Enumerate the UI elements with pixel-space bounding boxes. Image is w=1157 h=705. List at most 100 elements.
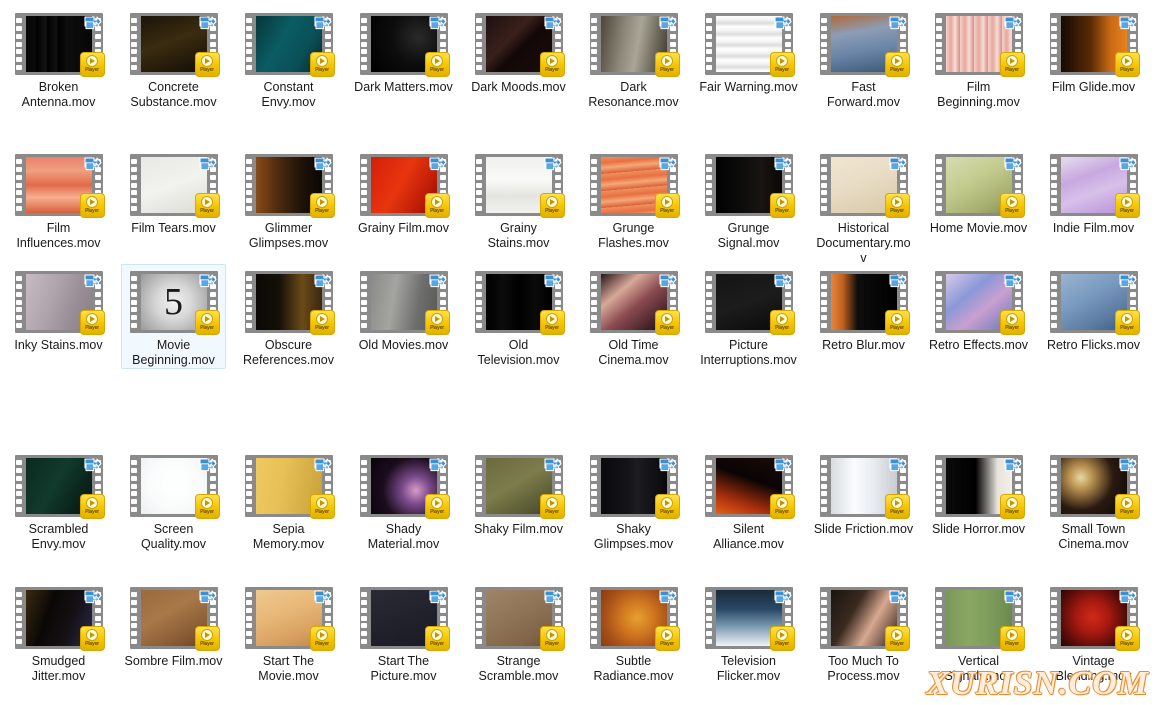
file-thumbnail[interactable]: Player	[819, 271, 910, 335]
file-thumbnail[interactable]: Player	[14, 455, 105, 519]
file-item[interactable]: Player Old Television.mov	[466, 264, 571, 369]
file-item[interactable]: Player Sepia Memory.mov	[236, 448, 341, 553]
file-thumbnail[interactable]: Player	[129, 587, 220, 651]
file-thumbnail[interactable]: Player	[14, 587, 105, 651]
file-thumbnail[interactable]: Player	[704, 587, 795, 651]
file-item[interactable]: Player Retro Blur.mov	[811, 264, 916, 354]
file-item[interactable]: Player Fair Warning.mov	[696, 6, 801, 96]
file-thumbnail[interactable]: Player	[819, 455, 910, 519]
file-item[interactable]: Player Film Beginning.mov	[926, 6, 1031, 111]
file-thumbnail[interactable]: Player	[244, 587, 335, 651]
file-thumbnail[interactable]: Player	[589, 271, 680, 335]
file-thumbnail[interactable]: Player	[129, 455, 220, 519]
file-item[interactable]: Player Historical Documentary.mov	[811, 147, 916, 267]
file-thumbnail[interactable]: Player	[1049, 587, 1140, 651]
file-thumbnail[interactable]: Player	[1049, 13, 1140, 77]
file-item[interactable]: Player Indie Film.mov	[1041, 147, 1146, 237]
file-thumbnail[interactable]: Player	[934, 13, 1025, 77]
file-thumbnail[interactable]: Player	[359, 271, 450, 335]
file-thumbnail[interactable]: Player	[934, 271, 1025, 335]
file-item[interactable]: Player Sombre Film.mov	[121, 580, 226, 670]
file-thumbnail[interactable]: Player	[934, 154, 1025, 218]
file-thumbnail[interactable]: Player	[359, 13, 450, 77]
file-thumbnail[interactable]: Player	[474, 587, 565, 651]
file-item[interactable]: Player Picture Interruptions.mov	[696, 264, 801, 369]
file-item[interactable]: Player Television Flicker.mov	[696, 580, 801, 685]
file-thumbnail[interactable]: Player	[1049, 271, 1140, 335]
file-item[interactable]: Player Glimmer Glimpses.mov	[236, 147, 341, 252]
file-thumbnail[interactable]: Player	[244, 455, 335, 519]
file-thumbnail[interactable]: Player	[474, 13, 565, 77]
file-item[interactable]: Player Vintage Blending.mov	[1041, 580, 1146, 685]
file-thumbnail[interactable]: 5 Player	[129, 271, 220, 335]
file-thumbnail[interactable]: Player	[129, 154, 220, 218]
file-thumbnail[interactable]: Player	[14, 271, 105, 335]
file-item[interactable]: Player Screen Quality.mov	[121, 448, 226, 553]
file-thumbnail[interactable]: Player	[819, 587, 910, 651]
file-thumbnail[interactable]: Player	[474, 154, 565, 218]
file-item[interactable]: Player Subtle Radiance.mov	[581, 580, 686, 685]
file-item[interactable]: Player Dark Moods.mov	[466, 6, 571, 96]
file-item[interactable]: Player Shaky Film.mov	[466, 448, 571, 538]
file-item[interactable]: Player Shady Material.mov	[351, 448, 456, 553]
file-thumbnail[interactable]: Player	[14, 13, 105, 77]
file-item[interactable]: Player Small Town Cinema.mov	[1041, 448, 1146, 553]
file-thumbnail[interactable]: Player	[129, 13, 220, 77]
file-item[interactable]: Player Film Glide.mov	[1041, 6, 1146, 96]
file-thumbnail[interactable]: Player	[819, 13, 910, 77]
file-thumbnail[interactable]: Player	[819, 154, 910, 218]
file-thumbnail[interactable]: Player	[589, 587, 680, 651]
file-item[interactable]: Player Film Tears.mov	[121, 147, 226, 237]
file-thumbnail[interactable]: Player	[359, 455, 450, 519]
file-thumbnail[interactable]: Player	[244, 154, 335, 218]
file-thumbnail[interactable]: Player	[14, 154, 105, 218]
file-item[interactable]: 5 Player Movie Beginning.mov	[121, 264, 226, 369]
file-item[interactable]: Player Start The Movie.mov	[236, 580, 341, 685]
file-item[interactable]: Player Strange Scramble.mov	[466, 580, 571, 685]
file-item[interactable]: Player Grunge Signal.mov	[696, 147, 801, 252]
file-item[interactable]: Player Scrambled Envy.mov	[6, 448, 111, 553]
file-thumbnail[interactable]: Player	[704, 13, 795, 77]
file-item[interactable]: Player Retro Flicks.mov	[1041, 264, 1146, 354]
file-thumbnail[interactable]: Player	[704, 455, 795, 519]
file-item[interactable]: Player Shaky Glimpses.mov	[581, 448, 686, 553]
file-item[interactable]: Player Retro Effects.mov	[926, 264, 1031, 354]
file-item[interactable]: Player Start The Picture.mov	[351, 580, 456, 685]
file-thumbnail[interactable]: Player	[1049, 455, 1140, 519]
file-item[interactable]: Player Film Influences.mov	[6, 147, 111, 252]
file-item[interactable]: Player Dark Resonance.mov	[581, 6, 686, 111]
file-item[interactable]: Player Dark Matters.mov	[351, 6, 456, 96]
file-thumbnail[interactable]: Player	[704, 154, 795, 218]
file-thumbnail[interactable]: Player	[934, 455, 1025, 519]
file-item[interactable]: Player Vertical Signals.mov	[926, 580, 1031, 685]
file-thumbnail[interactable]: Player	[589, 13, 680, 77]
file-item[interactable]: Player Home Movie.mov	[926, 147, 1031, 237]
file-thumbnail[interactable]: Player	[244, 13, 335, 77]
file-item[interactable]: Player Inky Stains.mov	[6, 264, 111, 354]
file-item[interactable]: Player Broken Antenna.mov	[6, 6, 111, 111]
file-item[interactable]: Player Old Movies.mov	[351, 264, 456, 354]
file-thumbnail[interactable]: Player	[1049, 154, 1140, 218]
file-item[interactable]: Player Obscure References.mov	[236, 264, 341, 369]
file-thumbnail[interactable]: Player	[704, 271, 795, 335]
file-thumbnail[interactable]: Player	[359, 154, 450, 218]
file-thumbnail[interactable]: Player	[359, 587, 450, 651]
file-thumbnail[interactable]: Player	[589, 154, 680, 218]
file-item[interactable]: Player Too Much To Process.mov	[811, 580, 916, 685]
file-item[interactable]: Player Smudged Jitter.mov	[6, 580, 111, 685]
file-thumbnail[interactable]: Player	[474, 455, 565, 519]
file-thumbnail[interactable]: Player	[244, 271, 335, 335]
file-item[interactable]: Player Slide Friction.mov	[811, 448, 916, 538]
file-item[interactable]: Player Fast Forward.mov	[811, 6, 916, 111]
file-item[interactable]: Player Grainy Stains.mov	[466, 147, 571, 252]
file-item[interactable]: Player Old Time Cinema.mov	[581, 264, 686, 369]
file-item[interactable]: Player Silent Alliance.mov	[696, 448, 801, 553]
file-item[interactable]: Player Grunge Flashes.mov	[581, 147, 686, 252]
file-thumbnail[interactable]: Player	[589, 455, 680, 519]
file-item[interactable]: Player Grainy Film.mov	[351, 147, 456, 237]
file-item[interactable]: Player Constant Envy.mov	[236, 6, 341, 111]
file-thumbnail[interactable]: Player	[474, 271, 565, 335]
file-item[interactable]: Player Concrete Substance.mov	[121, 6, 226, 111]
file-thumbnail[interactable]: Player	[934, 587, 1025, 651]
file-item[interactable]: Player Slide Horror.mov	[926, 448, 1031, 538]
